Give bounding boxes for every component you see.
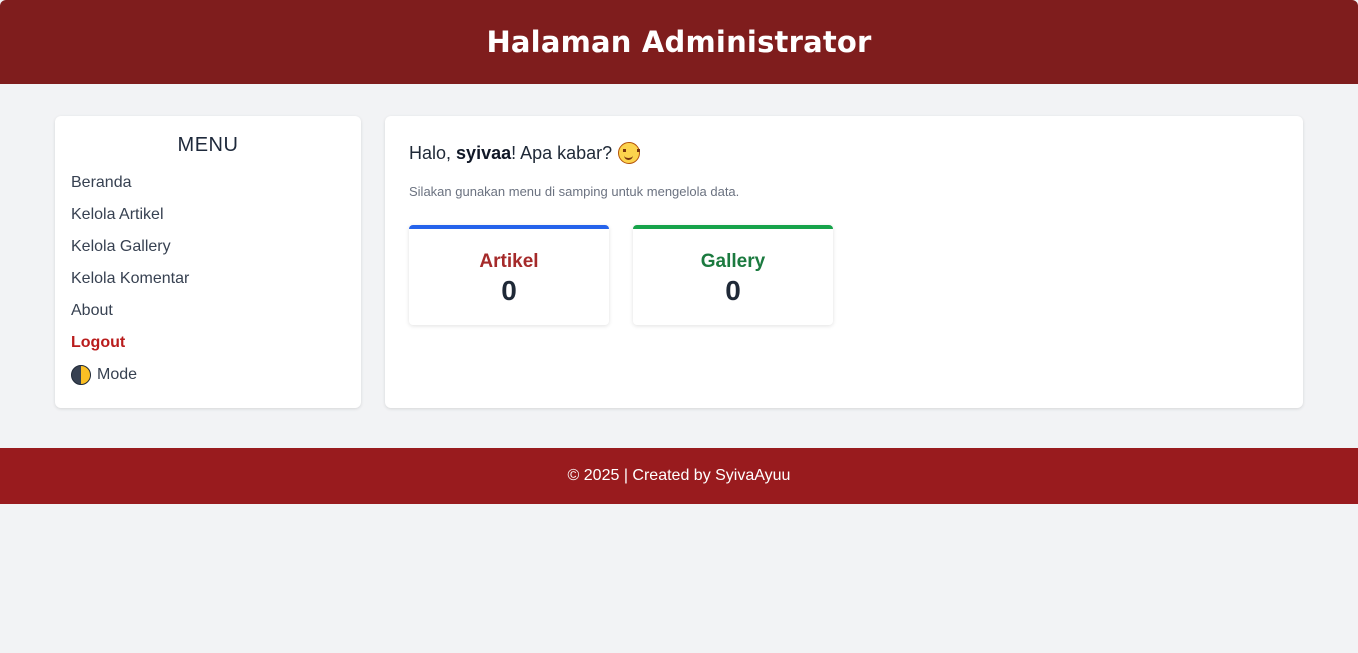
- sidebar-item-kelola-artikel[interactable]: Kelola Artikel: [71, 199, 345, 231]
- main-content: Halo, syivaa! Apa kabar? Silakan gunakan…: [385, 116, 1303, 408]
- smiley-icon: [618, 142, 641, 164]
- sidebar-item-kelola-gallery[interactable]: Kelola Gallery: [71, 231, 345, 263]
- stats-cards: Artikel 0 Gallery 0: [409, 225, 1279, 325]
- sidebar-item-logout[interactable]: Logout: [71, 327, 345, 359]
- sidebar-menu: Beranda Kelola Artikel Kelola Gallery Ke…: [71, 167, 345, 391]
- gallery-card-count: 0: [725, 275, 741, 306]
- sidebar: MENU Beranda Kelola Artikel Kelola Galle…: [55, 116, 361, 408]
- sidebar-item-kelola-komentar[interactable]: Kelola Komentar: [71, 263, 345, 295]
- greeting-subtext: Silakan gunakan menu di samping untuk me…: [409, 184, 740, 199]
- greeting-suffix: ! Apa kabar?: [511, 142, 613, 163]
- sidebar-item-beranda[interactable]: Beranda: [71, 167, 345, 199]
- page-title: Halaman Administrator: [486, 25, 872, 59]
- gallery-card-label: Gallery: [700, 251, 766, 272]
- username: syivaa: [456, 142, 512, 163]
- footer-text: © 2025 | Created by SyivaAyuu: [567, 467, 791, 484]
- mode-toggle[interactable]: Mode: [71, 359, 345, 391]
- greeting: Halo, syivaa! Apa kabar?: [409, 142, 1279, 164]
- sidebar-title: MENU: [177, 134, 239, 156]
- artikel-stat-card: Artikel 0: [409, 225, 609, 325]
- gallery-stat-card: Gallery 0: [633, 225, 833, 325]
- page-header: Halaman Administrator: [0, 0, 1358, 84]
- half-moon-icon: [71, 365, 91, 385]
- artikel-card-count: 0: [501, 275, 517, 306]
- page-footer: © 2025 | Created by SyivaAyuu: [0, 448, 1358, 504]
- artikel-card-label: Artikel: [479, 251, 539, 272]
- sidebar-item-about[interactable]: About: [71, 295, 345, 327]
- greeting-prefix: Halo,: [409, 142, 452, 163]
- mode-label: Mode: [97, 366, 138, 383]
